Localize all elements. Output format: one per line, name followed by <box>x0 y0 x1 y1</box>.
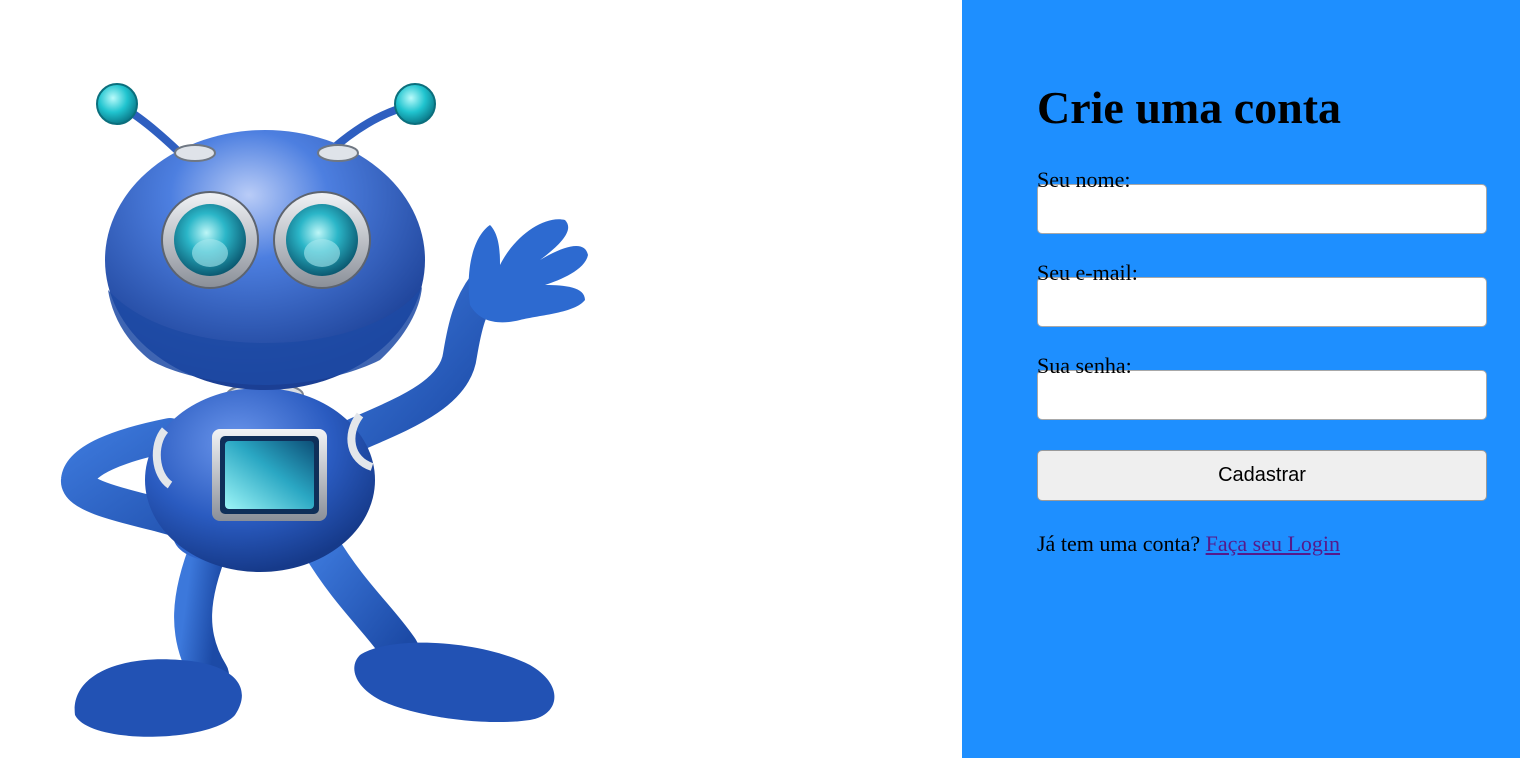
login-link[interactable]: Faça seu Login <box>1206 531 1340 556</box>
password-field-group: Sua senha: <box>1037 354 1487 420</box>
waving-robot-icon <box>61 83 588 737</box>
illustration-panel <box>0 0 962 758</box>
login-prompt-line: Já tem uma conta? Faça seu Login <box>1037 529 1487 559</box>
email-field-group: Seu e-mail: <box>1037 261 1487 327</box>
signup-page: Crie uma conta Seu nome: Seu e-mail: Sua… <box>0 0 1520 758</box>
page-title: Crie uma conta <box>1037 82 1342 133</box>
signup-form: Crie uma conta Seu nome: Seu e-mail: Sua… <box>1037 78 1487 559</box>
login-prompt-text: Já tem uma conta? <box>1037 531 1201 556</box>
signup-panel: Crie uma conta Seu nome: Seu e-mail: Sua… <box>962 0 1520 758</box>
name-field-group: Seu nome: <box>1037 168 1487 234</box>
submit-button[interactable]: Cadastrar <box>1037 450 1487 501</box>
